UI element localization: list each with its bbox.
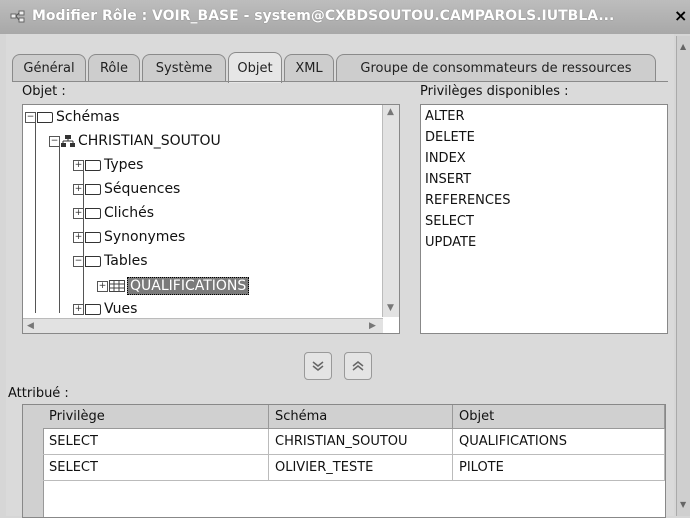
scroll-left-icon[interactable]: ◀ [27,321,34,331]
privilege-item[interactable]: INDEX [425,151,466,166]
tab-role[interactable]: Rôle [88,54,140,81]
tree-vertical-scrollbar[interactable]: ▲ ▼ [382,105,399,317]
folder-icon [85,183,101,195]
tree-node-synonymes[interactable]: + Synonymes [73,229,185,245]
privilege-item[interactable]: DELETE [425,130,475,145]
window-app-icon [10,10,25,23]
row-header [23,481,44,517]
scroll-right-icon[interactable]: ▶ [369,321,376,331]
tree-node-label: Synonymes [104,229,186,245]
tree-node-label: Vues [104,301,138,317]
schema-icon [61,135,75,147]
chevron-double-down-icon [312,361,324,371]
folder-icon [85,255,101,267]
scroll-up-icon[interactable]: ▲ [680,42,688,51]
tree-node-schema-christian[interactable]: − CHRISTIAN_SOUTOU [49,133,221,149]
expand-icon[interactable]: + [97,280,108,292]
expand-icon[interactable]: + [73,183,84,195]
tree-node-label: Séquences [104,181,181,197]
tab-general[interactable]: Général [12,54,86,81]
folder-icon [85,303,101,315]
table-icon [109,280,125,292]
tree-node-label: Tables [104,253,148,269]
expand-icon[interactable]: + [73,207,84,219]
privileges-list[interactable]: ALTER DELETE INDEX INSERT REFERENCES SEL… [420,104,668,334]
folder-icon [85,159,101,171]
objet-label: Objet : [22,84,66,99]
privilege-item[interactable]: SELECT [425,214,474,229]
expand-icon[interactable]: + [73,303,84,315]
column-header-schema[interactable]: Schéma [269,405,453,429]
tree-node-label: CHRISTIAN_SOUTOU [78,133,221,149]
collapse-icon[interactable]: − [25,111,36,123]
expand-icon[interactable]: + [73,159,84,171]
scroll-up-icon[interactable]: ▲ [387,107,394,117]
tab-groupe-consommateurs[interactable]: Groupe de consommateurs de ressources [336,54,656,81]
tab-xml[interactable]: XML [284,54,334,81]
move-up-button[interactable] [344,352,372,380]
folder-icon [85,231,101,243]
row-header[interactable] [23,455,44,482]
privileges-label: Privilèges disponibles : [420,84,569,99]
tree-horizontal-scrollbar[interactable]: ◀ ▶ [23,318,383,333]
tab-systeme[interactable]: Système [142,54,226,81]
tree-node-qualifications[interactable]: + QUALIFICATIONS [97,277,250,295]
column-header-objet[interactable]: Objet [453,405,665,429]
tree-node-cliches[interactable]: + Clichés [73,205,154,221]
privilege-item[interactable]: INSERT [425,172,471,187]
expand-icon[interactable]: + [73,231,84,243]
object-tree[interactable]: − Schémas − CHRISTIAN_SOUTOU + Types + Séqu… [22,104,400,334]
window-title: Modifier Rôle : VOIR_BASE - system@CXBDS… [32,8,615,24]
tab-objet[interactable]: Objet [228,52,282,83]
attribue-label: Attribué : [8,386,69,401]
tree-node-types[interactable]: + Types [73,157,143,173]
tree-node-sequences[interactable]: + Séquences [73,181,180,197]
folder-icon [37,111,53,123]
table-cell[interactable]: SELECT [43,455,269,481]
tree-line [35,123,36,313]
column-header-privilege[interactable]: Privilège [43,405,269,429]
tree-line [59,147,60,313]
move-down-button[interactable] [304,352,332,380]
table-cell[interactable]: QUALIFICATIONS [453,429,665,455]
tree-node-label: Schémas [56,109,120,125]
granted-privileges-table[interactable]: Privilège Schéma Objet SELECT CHRISTIAN_… [22,404,666,518]
privilege-item[interactable]: UPDATE [425,235,476,250]
table-cell[interactable]: SELECT [43,429,269,455]
privilege-item[interactable]: ALTER [425,109,465,124]
table-cell[interactable]: OLIVIER_TESTE [269,455,453,481]
collapse-icon[interactable]: − [73,255,84,267]
scroll-down-icon[interactable]: ▼ [387,303,394,313]
tree-node-schemas[interactable]: − Schémas [25,109,120,125]
privilege-item[interactable]: REFERENCES [425,193,510,208]
close-button[interactable]: × [674,6,687,25]
tree-node-vues[interactable]: + Vues [73,301,137,317]
table-cell[interactable]: PILOTE [453,455,665,481]
folder-icon [85,207,101,219]
row-header[interactable] [23,429,44,456]
tree-node-label: QUALIFICATIONS [127,277,250,295]
tree-node-label: Clichés [104,205,155,221]
tab-divider [12,81,668,82]
chevron-double-up-icon [352,361,364,371]
collapse-icon[interactable]: − [49,135,60,147]
scroll-down-icon[interactable]: ▼ [680,500,688,509]
window-vertical-scrollbar[interactable]: ▲ ▼ [676,36,690,516]
table-corner [23,405,44,430]
table-cell[interactable]: CHRISTIAN_SOUTOU [269,429,453,455]
title-bar: Modifier Rôle : VOIR_BASE - system@CXBDS… [0,0,690,34]
tree-node-tables[interactable]: − Tables [73,253,148,269]
tree-node-label: Types [104,157,144,173]
